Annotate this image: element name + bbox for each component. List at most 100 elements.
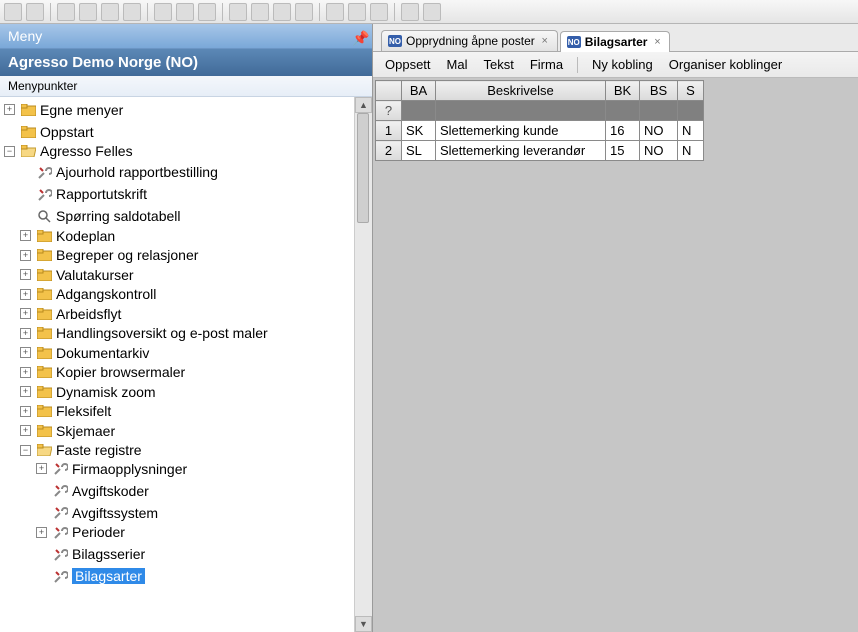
toolbar-button[interactable] (370, 3, 388, 21)
tree-scrollbar[interactable]: ▲ ▼ (354, 97, 372, 632)
expand-icon[interactable]: + (20, 250, 31, 261)
tree-item-firmaopplysninger[interactable]: +Firmaopplysninger (36, 461, 187, 477)
expand-icon[interactable]: + (36, 527, 47, 538)
cell-bs[interactable]: NO (640, 141, 678, 161)
filter-beskrivelse[interactable] (436, 101, 606, 121)
col-header-bs[interactable]: BS (640, 81, 678, 101)
cell-s[interactable]: N (678, 121, 704, 141)
toolbar-button[interactable] (57, 3, 75, 21)
toolbar-button[interactable] (176, 3, 194, 21)
menu-firma[interactable]: Firma (524, 55, 569, 74)
toolbar-button[interactable] (101, 3, 119, 21)
cell-bs[interactable]: NO (640, 121, 678, 141)
scroll-thumb[interactable] (357, 113, 369, 223)
expand-icon[interactable]: + (20, 328, 31, 339)
cell-s[interactable]: N (678, 141, 704, 161)
table-row[interactable]: 2 SL Slettemerking leverandør 15 NO N (376, 141, 704, 161)
tree-item-begreper[interactable]: +Begreper og relasjoner (20, 247, 198, 263)
folder-icon (37, 230, 52, 242)
expand-icon[interactable]: + (20, 289, 31, 300)
toolbar-button[interactable] (123, 3, 141, 21)
tree-item-dokumentarkiv[interactable]: +Dokumentarkiv (20, 345, 149, 361)
toolbar-button[interactable] (273, 3, 291, 21)
expand-icon[interactable]: + (20, 386, 31, 397)
tool-icon (53, 505, 68, 520)
tree-item-bilagsarter[interactable]: Bilagsarter (36, 568, 145, 584)
toolbar-button[interactable] (79, 3, 97, 21)
tree-item-skjemaer[interactable]: +Skjemaer (20, 423, 115, 439)
toolbar-button[interactable] (4, 3, 22, 21)
tab-opprydning[interactable]: NO Opprydning åpne poster × (381, 30, 558, 51)
cell-ba[interactable]: SL (402, 141, 436, 161)
toolbar-button[interactable] (26, 3, 44, 21)
toolbar-button[interactable] (401, 3, 419, 21)
cell-bk[interactable]: 16 (606, 121, 640, 141)
expand-icon[interactable]: + (20, 367, 31, 378)
pin-icon[interactable]: 📌 (352, 30, 364, 42)
folder-icon (21, 104, 36, 116)
expand-icon[interactable]: + (36, 463, 47, 474)
filter-bs[interactable] (640, 101, 678, 121)
filter-ba[interactable] (402, 101, 436, 121)
col-header-bk[interactable]: BK (606, 81, 640, 101)
col-header-rownum[interactable] (376, 81, 402, 101)
toolbar-button[interactable] (154, 3, 172, 21)
expand-icon[interactable]: + (20, 425, 31, 436)
scroll-up-icon[interactable]: ▲ (355, 97, 372, 113)
tree-item-bilagsserier[interactable]: Bilagsserier (36, 546, 145, 562)
toolbar-button[interactable] (348, 3, 366, 21)
collapse-icon[interactable]: − (4, 146, 15, 157)
filter-s[interactable] (678, 101, 704, 121)
cell-beskrivelse[interactable]: Slettemerking kunde (436, 121, 606, 141)
tree-item-handlingsoversikt[interactable]: +Handlingsoversikt og e-post maler (20, 325, 268, 341)
tree-item-arbeidsflyt[interactable]: +Arbeidsflyt (20, 306, 121, 322)
tree-item-avgiftskoder[interactable]: Avgiftskoder (36, 483, 149, 499)
tree-item-ajourhold[interactable]: Ajourhold rapportbestilling (20, 164, 218, 180)
col-header-s[interactable]: S (678, 81, 704, 101)
expand-icon[interactable]: + (20, 230, 31, 241)
tree-item-adgangskontroll[interactable]: +Adgangskontroll (20, 286, 156, 302)
expand-icon[interactable]: + (20, 269, 31, 280)
toolbar-button[interactable] (295, 3, 313, 21)
toolbar-button[interactable] (251, 3, 269, 21)
tree-item-kodeplan[interactable]: +Kodeplan (20, 228, 115, 244)
tree-item-rapportutskrift[interactable]: Rapportutskrift (20, 186, 147, 202)
filter-row[interactable]: ? (376, 101, 704, 121)
tree-item-perioder[interactable]: +Perioder (36, 524, 125, 540)
close-icon[interactable]: × (539, 35, 551, 47)
tree-item-agresso-felles[interactable]: −Agresso Felles (4, 143, 133, 159)
tree-item-valutakurser[interactable]: +Valutakurser (20, 267, 134, 283)
filter-bk[interactable] (606, 101, 640, 121)
tree-item-kopier-browsermaler[interactable]: +Kopier browsermaler (20, 364, 185, 380)
expand-icon[interactable]: + (20, 406, 31, 417)
menu-ny-kobling[interactable]: Ny kobling (586, 55, 659, 74)
toolbar-button[interactable] (326, 3, 344, 21)
expand-icon[interactable]: + (4, 104, 15, 115)
tree-item-egne-menyer[interactable]: +Egne menyer (4, 102, 123, 118)
tree-item-oppstart[interactable]: Oppstart (4, 124, 94, 140)
close-icon[interactable]: × (651, 36, 663, 48)
collapse-icon[interactable]: − (20, 445, 31, 456)
table-row[interactable]: 1 SK Slettemerking kunde 16 NO N (376, 121, 704, 141)
menu-mal[interactable]: Mal (441, 55, 474, 74)
tree-item-sporring[interactable]: Spørring saldotabell (20, 208, 181, 224)
toolbar-button[interactable] (229, 3, 247, 21)
scroll-down-icon[interactable]: ▼ (355, 616, 372, 632)
cell-bk[interactable]: 15 (606, 141, 640, 161)
menu-organiser-koblinger[interactable]: Organiser koblinger (663, 55, 788, 74)
tree-item-faste-registre[interactable]: −Faste registre (20, 442, 142, 458)
menu-tekst[interactable]: Tekst (477, 55, 519, 74)
tab-bilagsarter[interactable]: NO Bilagsarter × (560, 31, 671, 52)
tree-item-dynamisk-zoom[interactable]: +Dynamisk zoom (20, 384, 156, 400)
menu-oppsett[interactable]: Oppsett (379, 55, 437, 74)
toolbar-button[interactable] (423, 3, 441, 21)
cell-ba[interactable]: SK (402, 121, 436, 141)
toolbar-button[interactable] (198, 3, 216, 21)
col-header-beskrivelse[interactable]: Beskrivelse (436, 81, 606, 101)
col-header-ba[interactable]: BA (402, 81, 436, 101)
cell-beskrivelse[interactable]: Slettemerking leverandør (436, 141, 606, 161)
expand-icon[interactable]: + (20, 347, 31, 358)
tree-item-fleksifelt[interactable]: +Fleksifelt (20, 403, 111, 419)
expand-icon[interactable]: + (20, 308, 31, 319)
tree-item-avgiftssystem[interactable]: Avgiftssystem (36, 505, 158, 521)
